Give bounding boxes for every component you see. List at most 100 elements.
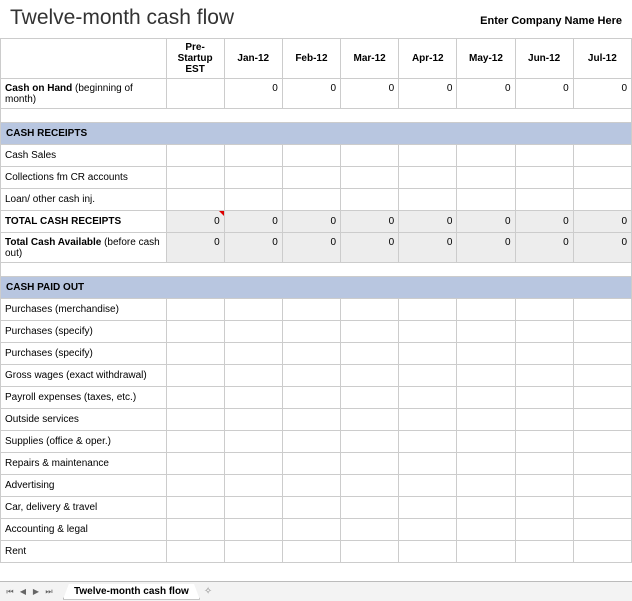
cell[interactable]: 0 [457, 79, 515, 109]
cell[interactable] [282, 387, 340, 409]
cell[interactable]: 0 [341, 79, 399, 109]
cell[interactable]: 0 [457, 233, 515, 263]
row-label[interactable]: Supplies (office & oper.) [1, 431, 167, 453]
cell[interactable] [573, 343, 631, 365]
cell[interactable] [573, 365, 631, 387]
cell[interactable] [573, 475, 631, 497]
cell[interactable]: 0 [166, 233, 224, 263]
cell[interactable] [166, 321, 224, 343]
cell[interactable] [399, 343, 457, 365]
cell[interactable]: 0 [457, 211, 515, 233]
col-header[interactable]: Jul-12 [573, 39, 631, 79]
row-label[interactable]: Purchases (specify) [1, 321, 167, 343]
cell[interactable] [341, 189, 399, 211]
cell[interactable] [573, 189, 631, 211]
cell[interactable] [282, 475, 340, 497]
cell[interactable] [282, 519, 340, 541]
cell[interactable] [341, 431, 399, 453]
cell[interactable] [457, 519, 515, 541]
row-label[interactable]: Advertising [1, 475, 167, 497]
cell[interactable]: 0 [399, 211, 457, 233]
cell[interactable] [399, 145, 457, 167]
cell[interactable]: 0 [573, 211, 631, 233]
cell[interactable] [282, 299, 340, 321]
row-label[interactable]: Loan/ other cash inj. [1, 189, 167, 211]
cell[interactable]: 0 [282, 79, 340, 109]
cell[interactable] [166, 167, 224, 189]
cell[interactable]: 0 [282, 211, 340, 233]
cell[interactable]: 0 [399, 79, 457, 109]
cell[interactable] [224, 519, 282, 541]
cell[interactable] [341, 453, 399, 475]
row-label[interactable]: Collections fm CR accounts [1, 167, 167, 189]
row-label[interactable]: Purchases (specify) [1, 343, 167, 365]
cell[interactable] [573, 167, 631, 189]
cell[interactable] [515, 519, 573, 541]
cell[interactable] [399, 541, 457, 563]
cell[interactable] [224, 431, 282, 453]
cell[interactable] [282, 541, 340, 563]
cell[interactable] [399, 321, 457, 343]
row-label[interactable]: Payroll expenses (taxes, etc.) [1, 387, 167, 409]
cell[interactable] [166, 409, 224, 431]
cell[interactable] [166, 431, 224, 453]
cell[interactable] [515, 167, 573, 189]
cell[interactable] [399, 475, 457, 497]
row-label[interactable]: Total Cash Available (before cash out) [1, 233, 167, 263]
cell[interactable] [515, 497, 573, 519]
cell[interactable] [515, 431, 573, 453]
cell[interactable] [515, 145, 573, 167]
row-label[interactable]: Cash on Hand (beginning of month) [1, 79, 167, 109]
cell[interactable] [515, 299, 573, 321]
cell[interactable] [515, 343, 573, 365]
cell[interactable]: 0 [399, 233, 457, 263]
cell[interactable]: 0 [341, 211, 399, 233]
cell[interactable] [457, 167, 515, 189]
cell[interactable] [573, 387, 631, 409]
cell[interactable] [399, 519, 457, 541]
cell[interactable] [166, 299, 224, 321]
cell[interactable] [224, 167, 282, 189]
cell[interactable] [224, 299, 282, 321]
cell[interactable] [224, 365, 282, 387]
cell[interactable] [573, 519, 631, 541]
cell[interactable] [341, 387, 399, 409]
cell[interactable] [166, 79, 224, 109]
cell[interactable] [457, 431, 515, 453]
col-header[interactable]: Feb-12 [282, 39, 340, 79]
cell[interactable] [457, 145, 515, 167]
cell[interactable] [399, 453, 457, 475]
cell[interactable] [457, 299, 515, 321]
cell[interactable] [341, 541, 399, 563]
cell[interactable] [573, 145, 631, 167]
cell[interactable] [224, 409, 282, 431]
cell[interactable] [341, 365, 399, 387]
cell[interactable] [224, 343, 282, 365]
tab-first-icon[interactable]: ⏮ [4, 585, 16, 599]
cell[interactable] [457, 541, 515, 563]
row-label[interactable]: Gross wages (exact withdrawal) [1, 365, 167, 387]
cell[interactable] [166, 189, 224, 211]
cell[interactable] [457, 453, 515, 475]
cell[interactable] [515, 387, 573, 409]
cell[interactable] [166, 343, 224, 365]
cell[interactable]: 0 [282, 233, 340, 263]
cell[interactable] [166, 453, 224, 475]
row-label[interactable]: Cash Sales [1, 145, 167, 167]
cell[interactable] [399, 431, 457, 453]
cell[interactable]: 0 [573, 79, 631, 109]
row-label[interactable]: Purchases (merchandise) [1, 299, 167, 321]
cell[interactable] [515, 453, 573, 475]
cell[interactable] [573, 541, 631, 563]
cell[interactable] [399, 387, 457, 409]
cell[interactable] [282, 409, 340, 431]
cell[interactable] [399, 189, 457, 211]
tab-next-icon[interactable]: ▶ [30, 585, 42, 599]
cell[interactable] [399, 497, 457, 519]
cell[interactable] [399, 365, 457, 387]
cell[interactable] [457, 475, 515, 497]
cell[interactable] [282, 431, 340, 453]
col-header[interactable]: Pre-Startup EST [166, 39, 224, 79]
cell[interactable]: 0 [515, 79, 573, 109]
cell[interactable]: 0 [224, 233, 282, 263]
